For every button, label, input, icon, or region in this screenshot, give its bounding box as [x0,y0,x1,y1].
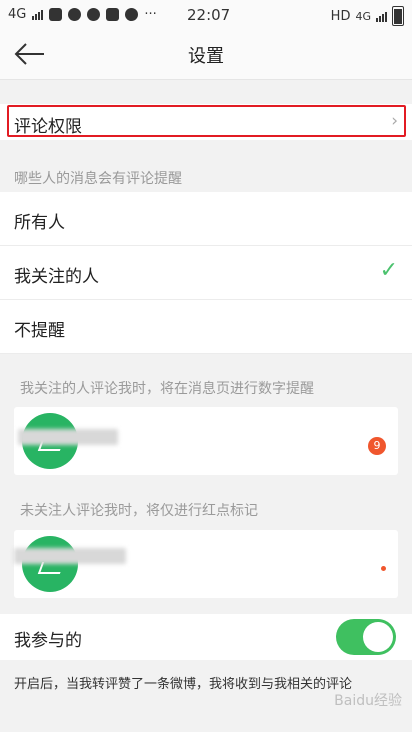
participated-label: 我参与的 [14,631,82,651]
wechat-icon [49,8,63,21]
unfollowed-example-card [14,530,398,598]
signal-icon [32,9,44,20]
app-icon [87,8,101,21]
blurred-username [14,548,126,564]
battery-icon [392,6,404,26]
status-bar: 4G ··· 22:07 HD 4G [0,0,412,30]
network-gen-label: 4G [355,9,371,23]
blurred-username [18,429,118,445]
nav-bar: 设置 [0,30,412,80]
participated-toggle[interactable] [336,619,396,655]
remind-section-header: 哪些人的消息会有评论提醒 [14,171,182,187]
signal-icon-right [376,11,387,22]
followed-example-card: 9 [14,407,398,475]
avatar [22,536,78,592]
highlight-box [7,105,406,137]
red-dot-indicator [381,566,386,571]
participated-note: 开启后，当我转评赞了一条微博，我将收到与我相关的评论 [14,677,353,692]
option-label: 我关注的人 [14,267,99,287]
option-following[interactable]: 我关注的人 ✓ [0,246,412,300]
option-everyone[interactable]: 所有人 [0,192,412,246]
status-left: 4G ··· [8,7,157,22]
app-icon-2 [125,8,139,21]
option-label: 所有人 [14,213,65,233]
option-label: 不提醒 [14,321,65,341]
toggle-knob [363,622,393,652]
more-icon: ··· [144,7,157,22]
watermark-logo: Baidu经验 [334,693,402,709]
unfollowed-description: 未关注人评论我时，将仅进行红点标记 [20,503,258,519]
page-title: 设置 [188,46,224,67]
status-time: 22:07 [187,6,231,24]
weibo-icon [68,8,82,21]
notification-icon [106,8,120,21]
checkmark-icon: ✓ [379,258,398,283]
network-label: 4G [8,7,27,22]
participated-row: 我参与的 [0,614,412,660]
hd-label: HD [330,8,351,24]
option-none[interactable]: 不提醒 [0,300,412,354]
count-badge: 9 [368,437,386,455]
status-right: HD 4G [331,6,404,26]
followed-description: 我关注的人评论我时，将在消息页进行数字提醒 [20,381,314,397]
